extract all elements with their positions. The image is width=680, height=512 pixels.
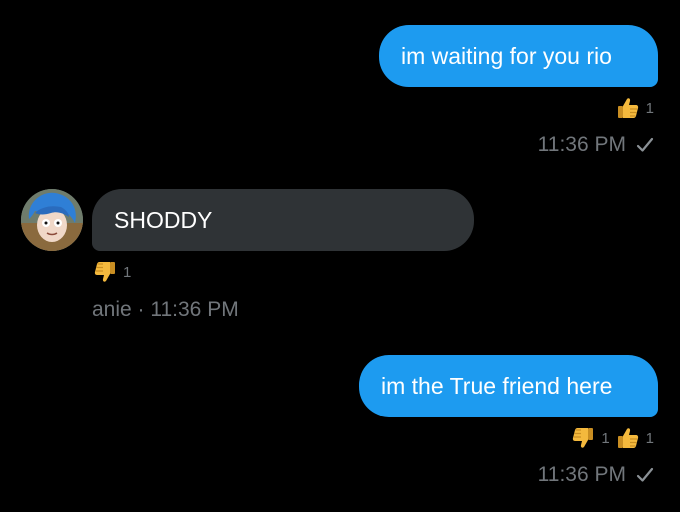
message-text: SHODDY xyxy=(114,206,213,233)
reaction-count: 1 xyxy=(645,429,654,447)
message-bubble-outgoing[interactable]: im the True friend here xyxy=(359,355,658,417)
reaction-count: 1 xyxy=(601,429,610,447)
reaction-thumbs-up[interactable]: 1 xyxy=(616,426,654,450)
message-meta: 11:36 PM xyxy=(538,134,654,155)
message-meta: anie · 11:36 PM xyxy=(92,299,239,320)
message-bubble-incoming[interactable]: SHODDY xyxy=(92,189,474,251)
avatar-image xyxy=(21,189,83,251)
avatar[interactable] xyxy=(21,189,83,251)
reactions-row: 1 1 xyxy=(571,424,654,452)
message-text: im the True friend here xyxy=(381,372,613,399)
reactions-row: 1 xyxy=(93,258,131,286)
reaction-count: 1 xyxy=(645,99,654,117)
thumbs-down-icon xyxy=(573,428,594,448)
reaction-count: 1 xyxy=(123,263,132,281)
check-icon xyxy=(636,137,654,152)
thumbs-down-icon xyxy=(94,262,115,282)
message-bubble-outgoing[interactable]: im waiting for you rio xyxy=(379,25,658,87)
message-text: im waiting for you rio xyxy=(401,42,612,69)
sender-and-timestamp: anie · 11:36 PM xyxy=(92,298,239,321)
reaction-thumbs-down[interactable]: 1 xyxy=(93,260,131,284)
timestamp: 11:36 PM xyxy=(537,463,626,486)
message-meta: 11:36 PM xyxy=(538,464,654,485)
timestamp: 11:36 PM xyxy=(537,133,626,156)
check-icon xyxy=(636,467,654,482)
thumbs-up-icon xyxy=(617,428,638,448)
thumbs-up-icon xyxy=(617,98,638,118)
reactions-row: 1 xyxy=(616,94,654,122)
reaction-thumbs-down[interactable]: 1 xyxy=(571,426,610,450)
reaction-thumbs-up[interactable]: 1 xyxy=(616,96,654,120)
